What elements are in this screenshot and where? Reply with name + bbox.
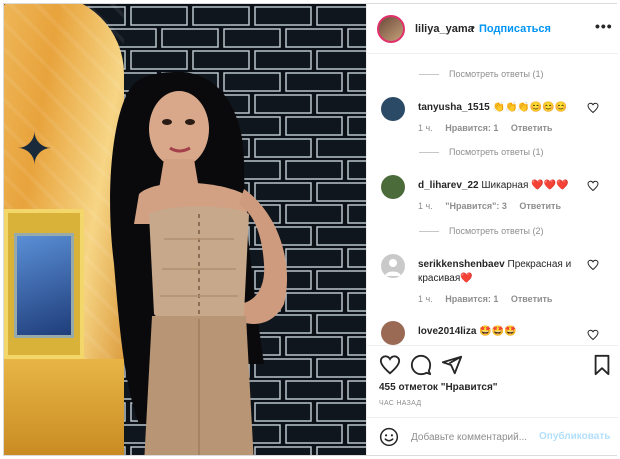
comment-body: 👏👏👏😊😊😊	[492, 102, 568, 113]
post-sidebar: liliya_yama • Подписаться ••• Посмотреть…	[366, 4, 618, 455]
reply-button[interactable]: Ответить	[511, 294, 553, 304]
comment-body: 🤩🤩🤩	[479, 326, 517, 337]
comments-list[interactable]: Посмотреть ответы (1) tanyusha_1515 👏👏👏😊…	[367, 55, 618, 345]
post-timestamp: ЧАС НАЗАД	[379, 400, 422, 407]
header-separator: •	[471, 22, 475, 34]
comment-meta: 1 ч. Нравится: 1 Ответить	[418, 294, 562, 304]
publish-button[interactable]: Опубликовать	[539, 431, 610, 442]
share-send-icon[interactable]	[441, 354, 463, 376]
follow-button[interactable]: Подписаться	[479, 23, 551, 35]
instagram-post-window: ✦ liliya_yama • Подписаться ••• Посмотре…	[3, 3, 618, 456]
commenter-username[interactable]: d_liharev_22	[418, 180, 479, 191]
more-options-icon[interactable]: •••	[595, 18, 613, 34]
commenter-username[interactable]: love2014liza	[418, 326, 476, 337]
reply-button[interactable]: Ответить	[511, 123, 553, 133]
comment-text: serikkenshenbaev Прекрасная и красивая❤️	[418, 258, 583, 286]
comment-likes-count[interactable]: "Нравится": 3	[445, 201, 507, 211]
reply-button[interactable]: Ответить	[519, 201, 561, 211]
emoji-picker-icon[interactable]	[379, 427, 399, 447]
comment-text: love2014liza 🤩🤩🤩	[418, 325, 583, 339]
reply-divider-line	[419, 152, 439, 154]
comment-time: 1 ч.	[418, 294, 433, 304]
comment-body: Шикарная ❤️❤️❤️	[481, 180, 569, 191]
view-replies-label: Посмотреть ответы (2)	[449, 226, 544, 236]
commenter-username[interactable]: serikkenshenbaev	[418, 259, 505, 270]
view-replies-label: Посмотреть ответы (1)	[449, 69, 544, 79]
comment-text: d_liharev_22 Шикарная ❤️❤️❤️	[418, 179, 583, 193]
commenter-username[interactable]: tanyusha_1515	[418, 102, 490, 113]
commenter-avatar[interactable]	[381, 254, 405, 278]
post-header: liliya_yama • Подписаться •••	[367, 4, 618, 54]
like-comment-icon[interactable]	[587, 180, 599, 192]
comment-meta: 1 ч. "Нравится": 3 Ответить	[418, 201, 571, 211]
commenter-avatar[interactable]	[381, 97, 405, 121]
reply-divider-line	[419, 231, 439, 233]
woman-figure	[110, 71, 288, 455]
commenter-avatar[interactable]	[381, 175, 405, 199]
author-avatar[interactable]	[377, 15, 405, 43]
star-decoration-icon: ✦	[16, 125, 53, 174]
like-heart-icon[interactable]	[379, 354, 401, 376]
commenter-avatar[interactable]	[381, 321, 405, 345]
comment-likes-count[interactable]: Нравится: 1	[445, 123, 498, 133]
post-photo[interactable]: ✦	[4, 4, 366, 455]
like-comment-icon[interactable]	[587, 259, 599, 271]
default-user-icon	[385, 259, 401, 276]
comment-text: tanyusha_1515 👏👏👏😊😊😊	[418, 101, 583, 115]
like-comment-icon[interactable]	[587, 102, 599, 114]
view-replies-button[interactable]: Посмотреть ответы (1)	[419, 147, 544, 157]
view-replies-button[interactable]: Посмотреть ответы (1)	[419, 69, 544, 79]
post-actions: 455 отметок "Нравится" ЧАС НАЗАД	[367, 345, 618, 415]
add-comment-bar: Опубликовать	[367, 417, 618, 455]
comment-meta: 1 ч. Нравится: 1 Ответить	[418, 123, 562, 133]
view-replies-label: Посмотреть ответы (1)	[449, 147, 544, 157]
view-replies-button[interactable]: Посмотреть ответы (2)	[419, 226, 544, 236]
comment-time: 1 ч.	[418, 201, 433, 211]
reply-divider-line	[419, 74, 439, 76]
comment-likes-count[interactable]: Нравится: 1	[445, 294, 498, 304]
save-bookmark-icon[interactable]	[591, 354, 613, 376]
comment-time: 1 ч.	[418, 123, 433, 133]
comment-bubble-icon[interactable]	[410, 354, 432, 376]
author-username[interactable]: liliya_yama	[415, 23, 474, 35]
like-comment-icon[interactable]	[587, 329, 599, 341]
likes-count[interactable]: 455 отметок "Нравится"	[379, 382, 498, 393]
